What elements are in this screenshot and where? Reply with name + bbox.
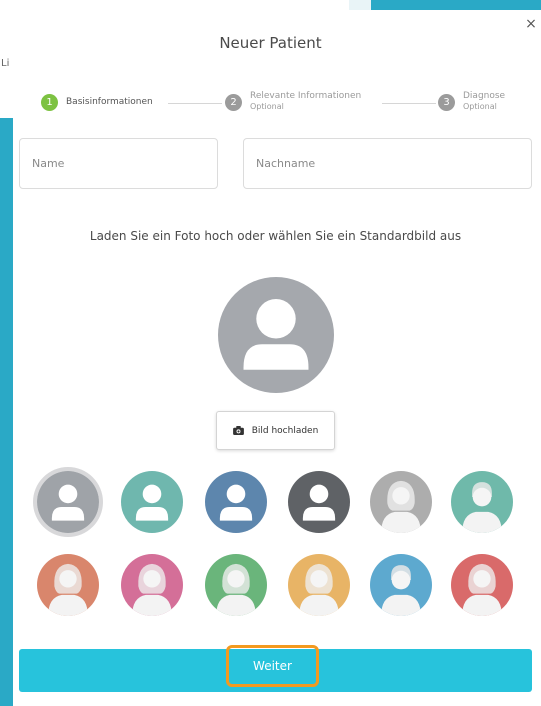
avatar-woman-icon xyxy=(370,471,432,533)
avatar-woman-icon xyxy=(205,554,267,616)
avatar-option-6[interactable] xyxy=(451,471,513,533)
avatar-man-icon xyxy=(370,554,432,616)
step-basisinformationen[interactable]: 1 Basisinformationen xyxy=(41,94,153,111)
avatar-generic-icon xyxy=(37,471,99,533)
avatar-option-10[interactable] xyxy=(288,554,350,616)
stepper-connector-2 xyxy=(382,103,436,104)
avatar-option-5[interactable] xyxy=(370,471,432,533)
step-sublabel: Optional xyxy=(250,102,284,111)
avatar-option-3[interactable] xyxy=(205,471,267,533)
avatar-option-11[interactable] xyxy=(370,554,432,616)
avatar-woman-icon xyxy=(121,554,183,616)
step-relevante-informationen[interactable]: 2 Relevante Informationen Optional xyxy=(225,91,361,111)
avatar-option-8[interactable] xyxy=(121,554,183,616)
user-silhouette-icon xyxy=(243,299,309,370)
avatar-woman-icon xyxy=(451,554,513,616)
avatar-option-1[interactable] xyxy=(37,471,99,533)
stepper-connector-1 xyxy=(168,103,222,104)
avatar-generic-icon xyxy=(205,471,267,533)
background-sidebar xyxy=(0,118,13,706)
step-label: Relevante Informationen xyxy=(250,91,362,101)
background-header-tab xyxy=(349,0,371,10)
dialog-title: Neuer Patient xyxy=(219,34,322,52)
avatar-generic-icon xyxy=(288,471,350,533)
step-label: Basisinformationen xyxy=(66,97,153,107)
step-number-badge: 2 xyxy=(225,94,242,111)
close-icon[interactable]: × xyxy=(524,16,538,32)
upload-photo-label: Bild hochladen xyxy=(251,425,319,436)
avatar-option-2[interactable] xyxy=(121,471,183,533)
background-label: Li xyxy=(1,58,10,69)
photo-instruction: Laden Sie ein Foto hoch oder wählen Sie … xyxy=(89,229,462,243)
avatar-option-7[interactable] xyxy=(37,554,99,616)
avatar-man-icon xyxy=(451,471,513,533)
background-accent-bar xyxy=(371,0,541,10)
step-sublabel: Optional xyxy=(463,102,497,111)
avatar-option-9[interactable] xyxy=(205,554,267,616)
continue-button[interactable]: Weiter xyxy=(226,645,319,687)
name-field-wrapper xyxy=(19,138,218,189)
step-label: Diagnose xyxy=(463,91,506,101)
step-diagnose[interactable]: 3 Diagnose Optional xyxy=(438,91,505,111)
camera-icon xyxy=(232,426,244,435)
avatar-generic-icon xyxy=(121,471,183,533)
step-number-badge: 3 xyxy=(438,94,455,111)
lastname-input[interactable] xyxy=(244,139,531,188)
upload-photo-button[interactable]: Bild hochladen xyxy=(216,411,335,450)
avatar-option-12[interactable] xyxy=(451,554,513,616)
avatar-option-4[interactable] xyxy=(288,471,350,533)
step-number-badge: 1 xyxy=(41,94,58,111)
lastname-field-wrapper xyxy=(243,138,532,189)
avatar-woman-icon xyxy=(37,554,99,616)
avatar-preview xyxy=(218,277,334,393)
avatar-woman-icon xyxy=(288,554,350,616)
name-input[interactable] xyxy=(20,139,217,188)
